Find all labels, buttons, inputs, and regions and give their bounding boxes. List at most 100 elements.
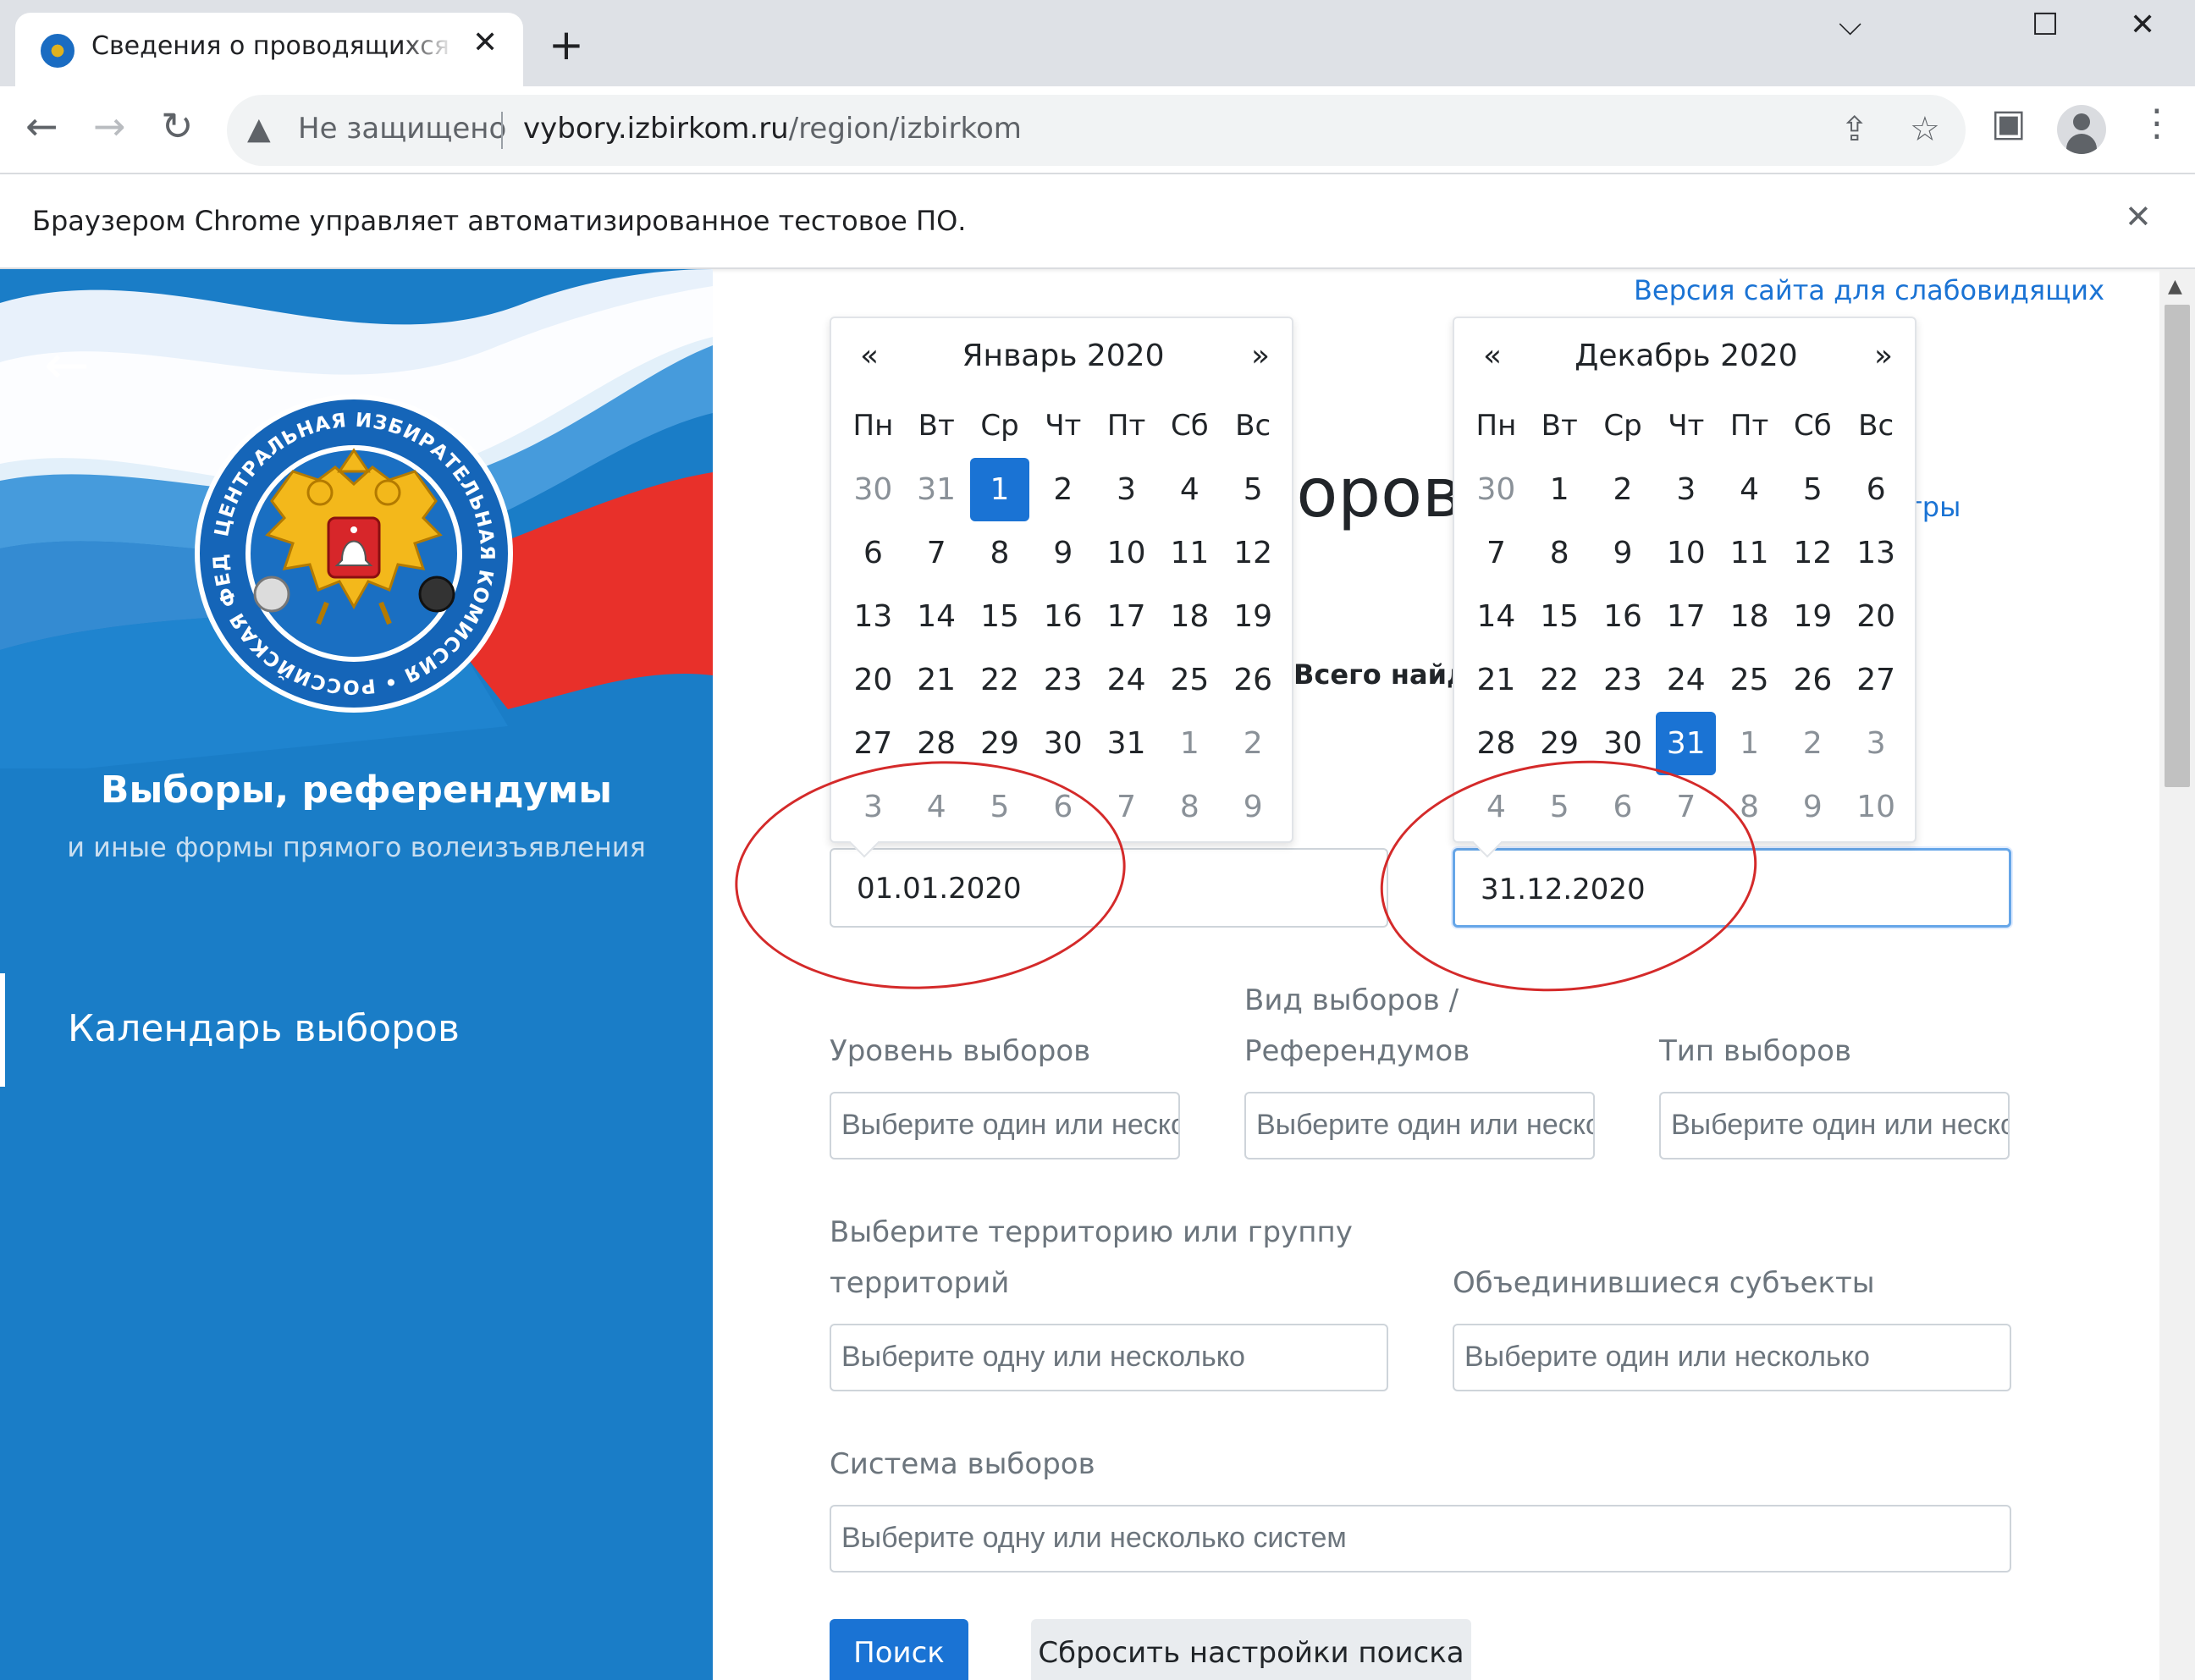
share-icon[interactable]: ⇪: [1840, 110, 1869, 149]
calendar-day[interactable]: 16: [1031, 585, 1095, 648]
level-select[interactable]: Выберите один или несколько: [830, 1092, 1180, 1159]
calendar-day[interactable]: 10: [1654, 521, 1718, 585]
calendar-day[interactable]: 9: [1781, 775, 1845, 839]
calendar-day[interactable]: 15: [1528, 585, 1591, 648]
calendar-day[interactable]: 20: [1845, 585, 1908, 648]
scroll-thumb[interactable]: [2165, 305, 2190, 787]
search-button[interactable]: Поиск: [830, 1619, 968, 1680]
reload-icon[interactable]: ↻: [161, 107, 194, 146]
window-maximize-icon[interactable]: ☐: [2032, 10, 2059, 41]
browser-tab[interactable]: Сведения о проводящихся выборах ✕: [15, 13, 523, 86]
calendar-day[interactable]: 9: [1031, 521, 1095, 585]
window-menu-icon[interactable]: ⌵: [1839, 10, 1861, 41]
calendar-day[interactable]: 2: [1591, 458, 1655, 521]
calendar-day[interactable]: 27: [1845, 648, 1908, 712]
calendar-day[interactable]: 31: [1656, 712, 1717, 775]
calendar-day[interactable]: 30: [1464, 458, 1528, 521]
bookmark-star-icon[interactable]: ☆: [1910, 110, 1940, 149]
calendar-day[interactable]: 19: [1781, 585, 1845, 648]
datepicker-prev-icon[interactable]: «: [860, 339, 879, 373]
sidebar-back-icon[interactable]: ←: [44, 339, 90, 393]
calendar-day[interactable]: 25: [1718, 648, 1781, 712]
scroll-up-icon[interactable]: ▲: [2168, 276, 2182, 297]
calendar-day[interactable]: 13: [1845, 521, 1908, 585]
infobar-close-icon[interactable]: ✕: [2125, 198, 2152, 235]
calendar-day[interactable]: 17: [1654, 585, 1718, 648]
new-tab-button[interactable]: +: [549, 24, 584, 66]
calendar-day[interactable]: 1: [969, 458, 1030, 521]
calendar-day[interactable]: 23: [1031, 648, 1095, 712]
datepicker-month-title[interactable]: Январь 2020: [831, 339, 1295, 373]
calendar-day[interactable]: 22: [968, 648, 1032, 712]
side-panel-icon[interactable]: ▣: [1991, 105, 2027, 142]
calendar-day[interactable]: 11: [1158, 521, 1222, 585]
page-scrollbar[interactable]: ▲: [2159, 269, 2195, 1680]
calendar-day[interactable]: 15: [968, 585, 1032, 648]
kebab-menu-icon[interactable]: ⋮: [2138, 105, 2176, 142]
calendar-day[interactable]: 28: [1464, 712, 1528, 775]
calendar-day[interactable]: 3: [1654, 458, 1718, 521]
calendar-day[interactable]: 2: [1031, 458, 1095, 521]
calendar-day[interactable]: 21: [905, 648, 968, 712]
calendar-day[interactable]: 13: [841, 585, 905, 648]
calendar-day[interactable]: 12: [1222, 521, 1285, 585]
calendar-day[interactable]: 2: [1781, 712, 1845, 775]
calendar-day[interactable]: 3: [1095, 458, 1158, 521]
calendar-day[interactable]: 6: [841, 521, 905, 585]
accessible-version-link[interactable]: Версия сайта для слабовидящих: [1634, 274, 2104, 306]
calendar-day[interactable]: 21: [1464, 648, 1528, 712]
datepicker-next-icon[interactable]: »: [1874, 339, 1893, 373]
calendar-day[interactable]: 20: [841, 648, 905, 712]
calendar-day[interactable]: 16: [1591, 585, 1655, 648]
calendar-day[interactable]: 11: [1718, 521, 1781, 585]
calendar-day[interactable]: 9: [1222, 775, 1285, 839]
calendar-day[interactable]: 18: [1718, 585, 1781, 648]
calendar-day[interactable]: 5: [1222, 458, 1285, 521]
calendar-day[interactable]: 25: [1158, 648, 1222, 712]
url-text[interactable]: vybory.izbirkom.ru/region/izbirkom: [523, 112, 1022, 146]
calendar-day[interactable]: 30: [841, 458, 905, 521]
calendar-day[interactable]: 5: [1781, 458, 1845, 521]
calendar-day[interactable]: 8: [1158, 775, 1222, 839]
calendar-day[interactable]: 7: [1464, 521, 1528, 585]
tab-close-icon[interactable]: ✕: [472, 28, 498, 58]
calendar-day[interactable]: 12: [1781, 521, 1845, 585]
calendar-day[interactable]: 1: [1718, 712, 1781, 775]
calendar-day[interactable]: 10: [1095, 521, 1158, 585]
calendar-day[interactable]: 19: [1222, 585, 1285, 648]
calendar-day[interactable]: 23: [1591, 648, 1655, 712]
calendar-day[interactable]: 30: [1031, 712, 1095, 775]
window-close-icon[interactable]: ✕: [2130, 10, 2155, 41]
merged-subjects-select[interactable]: Выберите один или несколько: [1453, 1324, 2011, 1391]
calendar-day[interactable]: 14: [905, 585, 968, 648]
calendar-day[interactable]: 26: [1222, 648, 1285, 712]
calendar-day[interactable]: 14: [1464, 585, 1528, 648]
territory-select[interactable]: Выберите одну или несколько: [830, 1324, 1388, 1391]
calendar-day[interactable]: 3: [1845, 712, 1908, 775]
calendar-day[interactable]: 1: [1528, 458, 1591, 521]
back-icon[interactable]: ←: [25, 107, 58, 146]
calendar-day[interactable]: 24: [1654, 648, 1718, 712]
datepicker-month-title[interactable]: Декабрь 2020: [1454, 339, 1918, 373]
sidebar-item-election-calendar[interactable]: Календарь выборов: [0, 973, 713, 1087]
calendar-day[interactable]: 10: [1845, 775, 1908, 839]
forward-icon[interactable]: →: [93, 107, 126, 146]
calendar-day[interactable]: 26: [1781, 648, 1845, 712]
profile-avatar-icon[interactable]: [2057, 105, 2106, 154]
calendar-day[interactable]: 22: [1528, 648, 1591, 712]
calendar-day[interactable]: 8: [1528, 521, 1591, 585]
calendar-day[interactable]: 7: [905, 521, 968, 585]
calendar-day[interactable]: 24: [1095, 648, 1158, 712]
kind-select[interactable]: Выберите один или несколько: [1244, 1092, 1595, 1159]
calendar-day[interactable]: 9: [1591, 521, 1655, 585]
calendar-day[interactable]: 31: [905, 458, 968, 521]
type-select[interactable]: Выберите один или несколько: [1659, 1092, 2010, 1159]
reset-search-button[interactable]: Сбросить настройки поиска: [1031, 1619, 1471, 1680]
calendar-day[interactable]: 2: [1222, 712, 1285, 775]
calendar-day[interactable]: 8: [968, 521, 1032, 585]
calendar-day[interactable]: 4: [1158, 458, 1222, 521]
calendar-day[interactable]: 4: [1718, 458, 1781, 521]
calendar-day[interactable]: 18: [1158, 585, 1222, 648]
calendar-day[interactable]: 17: [1095, 585, 1158, 648]
not-secure-label[interactable]: Не защищено: [298, 112, 506, 146]
